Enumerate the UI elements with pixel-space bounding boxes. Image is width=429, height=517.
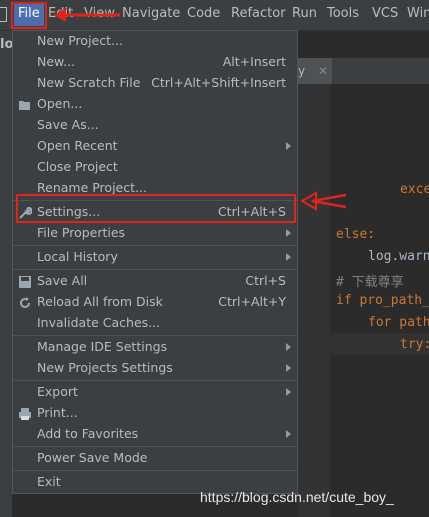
submenu-arrow-icon — [286, 388, 291, 396]
menu-item-power-save-mode[interactable]: Power Save Mode — [13, 448, 297, 469]
submenu-arrow-icon — [286, 142, 291, 150]
code-line: exce — [400, 182, 429, 197]
menu-item-new-scratch-file[interactable]: New Scratch File Ctrl+Alt+Shift+Insert — [13, 73, 297, 94]
menu-item-shortcut: Alt+Insert — [222, 54, 286, 69]
menu-item-label: Close Project — [37, 159, 118, 174]
menu-code[interactable]: Code — [187, 6, 220, 21]
menu-item-print[interactable]: Print... — [13, 403, 297, 424]
menu-item-label: Power Save Mode — [37, 450, 148, 465]
menu-item-reload-all[interactable]: Reload All from Disk Ctrl+Alt+Y — [13, 292, 297, 313]
menu-separator — [13, 269, 297, 270]
close-tab-icon[interactable]: ✕ — [318, 58, 328, 84]
reload-icon — [20, 297, 30, 308]
menu-item-label: New Project... — [37, 33, 123, 48]
menu-item-new-project[interactable]: New Project... — [13, 31, 297, 52]
editor-tab-label: y — [298, 64, 306, 78]
menu-refactor[interactable]: Refactor — [231, 6, 286, 21]
menu-item-label: Rename Project... — [37, 180, 147, 195]
file-menu-highlight-box — [11, 2, 47, 29]
menu-separator — [13, 335, 297, 336]
menu-separator — [13, 380, 297, 381]
folder-icon — [19, 101, 30, 110]
menu-item-label: Exit — [37, 474, 61, 489]
submenu-arrow-icon — [286, 343, 291, 351]
menu-item-close-project[interactable]: Close Project — [13, 157, 297, 178]
menu-item-invalidate-caches[interactable]: Invalidate Caches... — [13, 313, 297, 334]
menu-tools[interactable]: Tools — [327, 6, 359, 21]
menu-item-label: Reload All from Disk — [37, 294, 163, 309]
code-line: if pro_path_ — [336, 293, 429, 308]
submenu-arrow-icon — [286, 229, 291, 237]
menu-separator — [13, 245, 297, 246]
menu-item-label: Invalidate Caches... — [37, 315, 161, 330]
code-line: else: — [336, 227, 376, 242]
menu-item-save-all[interactable]: Save All Ctrl+S — [13, 271, 297, 292]
menu-navigate[interactable]: Navigate — [122, 6, 180, 21]
annotation-arrow-icon — [300, 191, 347, 211]
code-line: log.warn — [368, 249, 429, 264]
editor-tab[interactable]: y ✕ — [294, 58, 332, 84]
menu-item-label: New Projects Settings — [37, 360, 173, 375]
menu-item-file-properties[interactable]: File Properties — [13, 223, 297, 244]
menu-item-label: Open Recent — [37, 138, 118, 153]
menu-item-label: Manage IDE Settings — [37, 339, 168, 354]
menu-item-label: New Scratch File — [37, 75, 141, 90]
menu-item-label: File Properties — [37, 225, 126, 240]
save-icon — [19, 276, 31, 288]
menu-separator — [13, 446, 297, 447]
file-menu: New Project... New... Alt+Insert New Scr… — [12, 30, 298, 494]
menu-item-open[interactable]: Open... — [13, 94, 297, 115]
code-line: for path — [368, 315, 429, 330]
menu-item-add-to-favorites[interactable]: Add to Favorites — [13, 424, 297, 445]
left-tool-strip — [0, 31, 12, 517]
menu-vcs[interactable]: VCS — [372, 6, 398, 21]
submenu-arrow-icon — [286, 364, 291, 372]
watermark-text: https://blog.csdn.net/cute_boy_ — [200, 489, 394, 505]
menu-item-manage-ide-settings[interactable]: Manage IDE Settings — [13, 337, 297, 358]
menu-item-shortcut: Ctrl+Alt+Shift+Insert — [151, 75, 286, 90]
menu-item-label: Open... — [37, 96, 83, 111]
menu-item-label: New... — [37, 54, 76, 69]
code-line: try: — [400, 337, 429, 352]
menu-item-label: Export — [37, 384, 78, 399]
menu-item-label: Print... — [37, 405, 78, 420]
settings-highlight-box — [16, 194, 296, 223]
annotation-arrow-icon — [54, 8, 120, 22]
menu-item-save-as[interactable]: Save As... — [13, 115, 297, 136]
submenu-arrow-icon — [286, 253, 291, 261]
menu-item-label: Save As... — [37, 117, 99, 132]
app-icon — [0, 7, 7, 22]
code-comment: # 下载尊享 — [336, 275, 404, 290]
menu-item-shortcut: Ctrl+S — [245, 273, 286, 288]
menu-item-shortcut: Ctrl+Alt+Y — [218, 294, 286, 309]
menu-run[interactable]: Run — [292, 6, 317, 21]
menu-item-new[interactable]: New... Alt+Insert — [13, 52, 297, 73]
submenu-arrow-icon — [286, 430, 291, 438]
menu-window[interactable]: Win — [407, 6, 429, 21]
menu-separator — [13, 470, 297, 471]
menu-item-label: Add to Favorites — [37, 426, 139, 441]
printer-icon — [19, 408, 31, 420]
menu-item-label: Local History — [37, 249, 118, 264]
editor-gutter — [298, 84, 330, 517]
menu-item-open-recent[interactable]: Open Recent — [13, 136, 297, 157]
menu-item-export[interactable]: Export — [13, 382, 297, 403]
menu-item-new-projects-settings[interactable]: New Projects Settings — [13, 358, 297, 379]
menu-item-local-history[interactable]: Local History — [13, 247, 297, 268]
menu-item-label: Save All — [37, 273, 88, 288]
